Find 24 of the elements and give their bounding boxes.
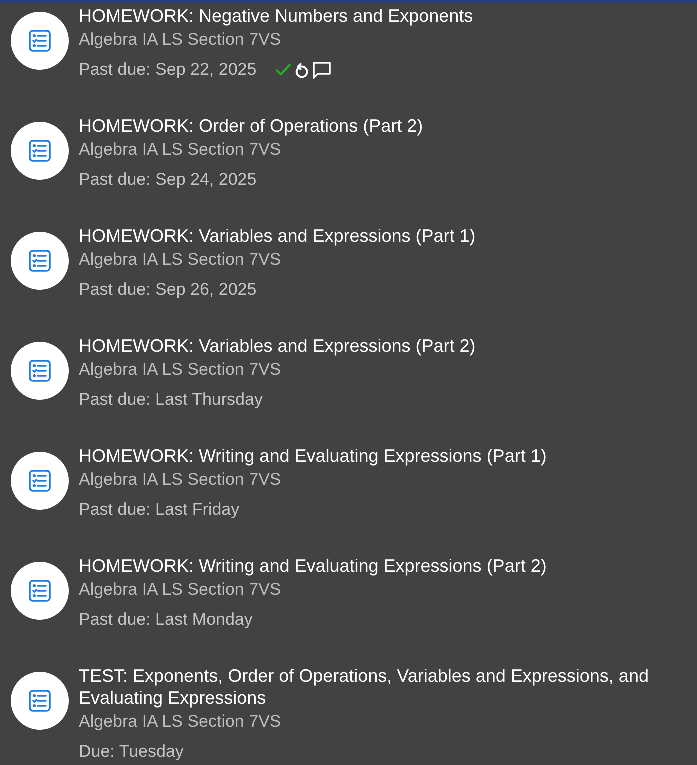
assignment-title[interactable]: HOMEWORK: Order of Operations (Part 2) (79, 115, 424, 137)
due-date: Past due: Last Friday (79, 499, 240, 521)
course-name: Algebra IA LS Section 7VS (79, 359, 282, 381)
course-name: Algebra IA LS Section 7VS (79, 139, 282, 161)
assignment-title[interactable]: HOMEWORK: Negative Numbers and Exponents (79, 5, 474, 27)
assignment-title[interactable]: HOMEWORK: Variables and Expressions (Part 2) (79, 335, 476, 357)
check-icon (276, 64, 291, 76)
due-date: Past due: Last Thursday (79, 389, 263, 411)
assignment-title[interactable]: HOMEWORK: Variables and Expressions (Part 1) (79, 225, 476, 247)
due-date: Past due: Sep 26, 2025 (79, 279, 257, 301)
assignment-title[interactable]: TEST: Exponents, Order of Operations, Variables and Expressions, and Evaluating Expressions (79, 665, 667, 709)
course-name: Algebra IA LS Section 7VS (79, 711, 282, 733)
course-name: Algebra IA LS Section 7VS (79, 29, 282, 51)
due-date: Past due: Sep 22, 2025 (79, 59, 257, 81)
due-date: Past due: Last Monday (79, 609, 253, 631)
course-name: Algebra IA LS Section 7VS (79, 249, 282, 271)
due-date: Due: Tuesday (79, 741, 184, 763)
undo-arrow-icon (294, 62, 309, 78)
assignment-title[interactable]: HOMEWORK: Writing and Evaluating Expressions (Part 1) (79, 445, 547, 467)
assignment-title[interactable]: HOMEWORK: Writing and Evaluating Expressions (Part 2) (79, 555, 547, 577)
due-date: Past due: Sep 24, 2025 (79, 169, 257, 191)
course-name: Algebra IA LS Section 7VS (79, 579, 282, 601)
course-name: Algebra IA LS Section 7VS (79, 469, 282, 491)
comment-icon (312, 62, 331, 78)
